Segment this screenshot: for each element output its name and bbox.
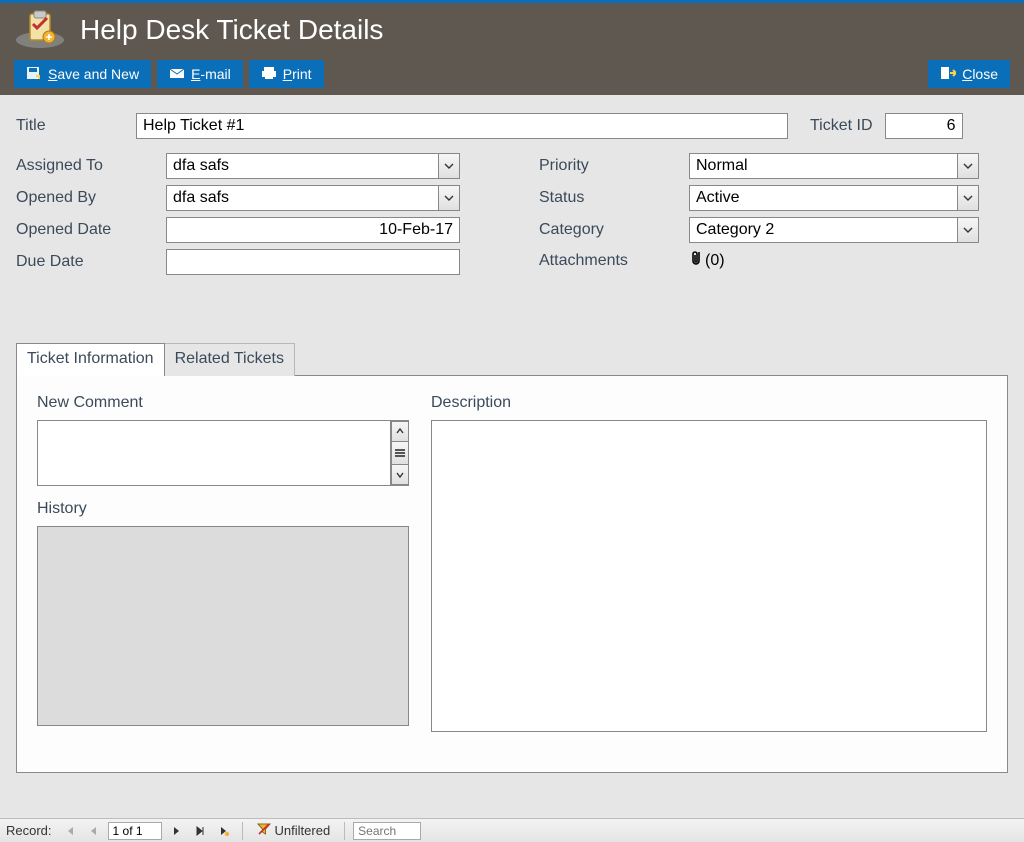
tab-body: New Comment History Description: [16, 375, 1008, 773]
close-button[interactable]: Close: [928, 60, 1010, 88]
nav-prev-button[interactable]: [84, 822, 104, 840]
category-combo[interactable]: [689, 217, 979, 243]
tab-container: Ticket Information Related Tickets New C…: [16, 343, 1008, 773]
assigned-to-combo[interactable]: [166, 153, 460, 179]
tab-related-tickets[interactable]: Related Tickets: [164, 343, 295, 376]
filter-status[interactable]: Unfiltered: [251, 822, 337, 839]
opened-by-input[interactable]: [166, 185, 460, 211]
label-status: Status: [539, 189, 689, 207]
record-navigator: Record: Unfiltered: [0, 818, 1024, 842]
email-button[interactable]: E-mail: [157, 60, 243, 88]
due-date-input[interactable]: [166, 249, 460, 275]
opened-date-input[interactable]: [166, 217, 460, 243]
category-input[interactable]: [689, 217, 979, 243]
chevron-down-icon[interactable]: [438, 185, 460, 211]
title-input[interactable]: [136, 113, 788, 139]
toolbar: Save and New E-mail Print Close: [14, 57, 1010, 91]
clipboard-mail-icon: [14, 10, 66, 50]
chevron-down-icon[interactable]: [957, 185, 979, 211]
record-search-input[interactable]: [353, 822, 421, 840]
filter-icon: [257, 822, 271, 839]
scroll-grip-button[interactable]: [391, 441, 409, 465]
label-due-date: Due Date: [16, 253, 166, 271]
scroll-down-button[interactable]: [391, 464, 409, 486]
print-icon: [261, 66, 277, 83]
attachments-count: (0): [705, 252, 725, 270]
status-input[interactable]: [689, 185, 979, 211]
save-and-new-button[interactable]: Save and New: [14, 60, 151, 88]
tab-ticket-information[interactable]: Ticket Information: [16, 343, 165, 376]
attachments-control[interactable]: (0): [689, 249, 725, 272]
label-opened-by: Opened By: [16, 189, 166, 207]
assigned-to-input[interactable]: [166, 153, 460, 179]
label-history: History: [37, 500, 409, 518]
record-position[interactable]: [108, 822, 162, 840]
nav-first-button[interactable]: [60, 822, 80, 840]
history-box: [37, 526, 409, 726]
save-icon: [26, 66, 42, 83]
opened-by-combo[interactable]: [166, 185, 460, 211]
nav-next-button[interactable]: [166, 822, 186, 840]
description-box[interactable]: [431, 420, 987, 732]
label-category: Category: [539, 221, 689, 239]
comment-scroll-buttons: [390, 421, 408, 485]
label-opened-date: Opened Date: [16, 221, 166, 239]
label-title: Title: [16, 117, 124, 135]
priority-input[interactable]: [689, 153, 979, 179]
page-title: Help Desk Ticket Details: [80, 14, 383, 46]
ticket-id-input[interactable]: [885, 113, 963, 139]
record-label: Record:: [6, 823, 52, 838]
priority-combo[interactable]: [689, 153, 979, 179]
chevron-down-icon[interactable]: [438, 153, 460, 179]
window-header: Help Desk Ticket Details Save and New E-…: [0, 3, 1024, 95]
label-new-comment: New Comment: [37, 394, 409, 412]
chevron-down-icon[interactable]: [957, 217, 979, 243]
separator: [242, 822, 243, 840]
label-priority: Priority: [539, 157, 689, 175]
paperclip-icon: [689, 249, 703, 272]
door-exit-icon: [940, 66, 956, 83]
print-button[interactable]: Print: [249, 60, 324, 88]
form-area: Title Ticket ID Assigned To Opened By: [0, 95, 1024, 287]
label-attachments: Attachments: [539, 252, 689, 270]
label-description: Description: [431, 394, 987, 412]
tab-strip: Ticket Information Related Tickets: [16, 343, 1008, 376]
new-comment-textarea[interactable]: [38, 421, 390, 485]
scroll-up-button[interactable]: [391, 421, 409, 443]
nav-new-button[interactable]: [214, 822, 234, 840]
chevron-down-icon[interactable]: [957, 153, 979, 179]
filter-label: Unfiltered: [275, 823, 331, 838]
status-combo[interactable]: [689, 185, 979, 211]
mail-icon: [169, 66, 185, 83]
new-comment-field[interactable]: [37, 420, 409, 486]
label-assigned-to: Assigned To: [16, 157, 166, 175]
nav-last-button[interactable]: [190, 822, 210, 840]
label-ticket-id: Ticket ID: [810, 117, 873, 135]
separator: [344, 822, 345, 840]
